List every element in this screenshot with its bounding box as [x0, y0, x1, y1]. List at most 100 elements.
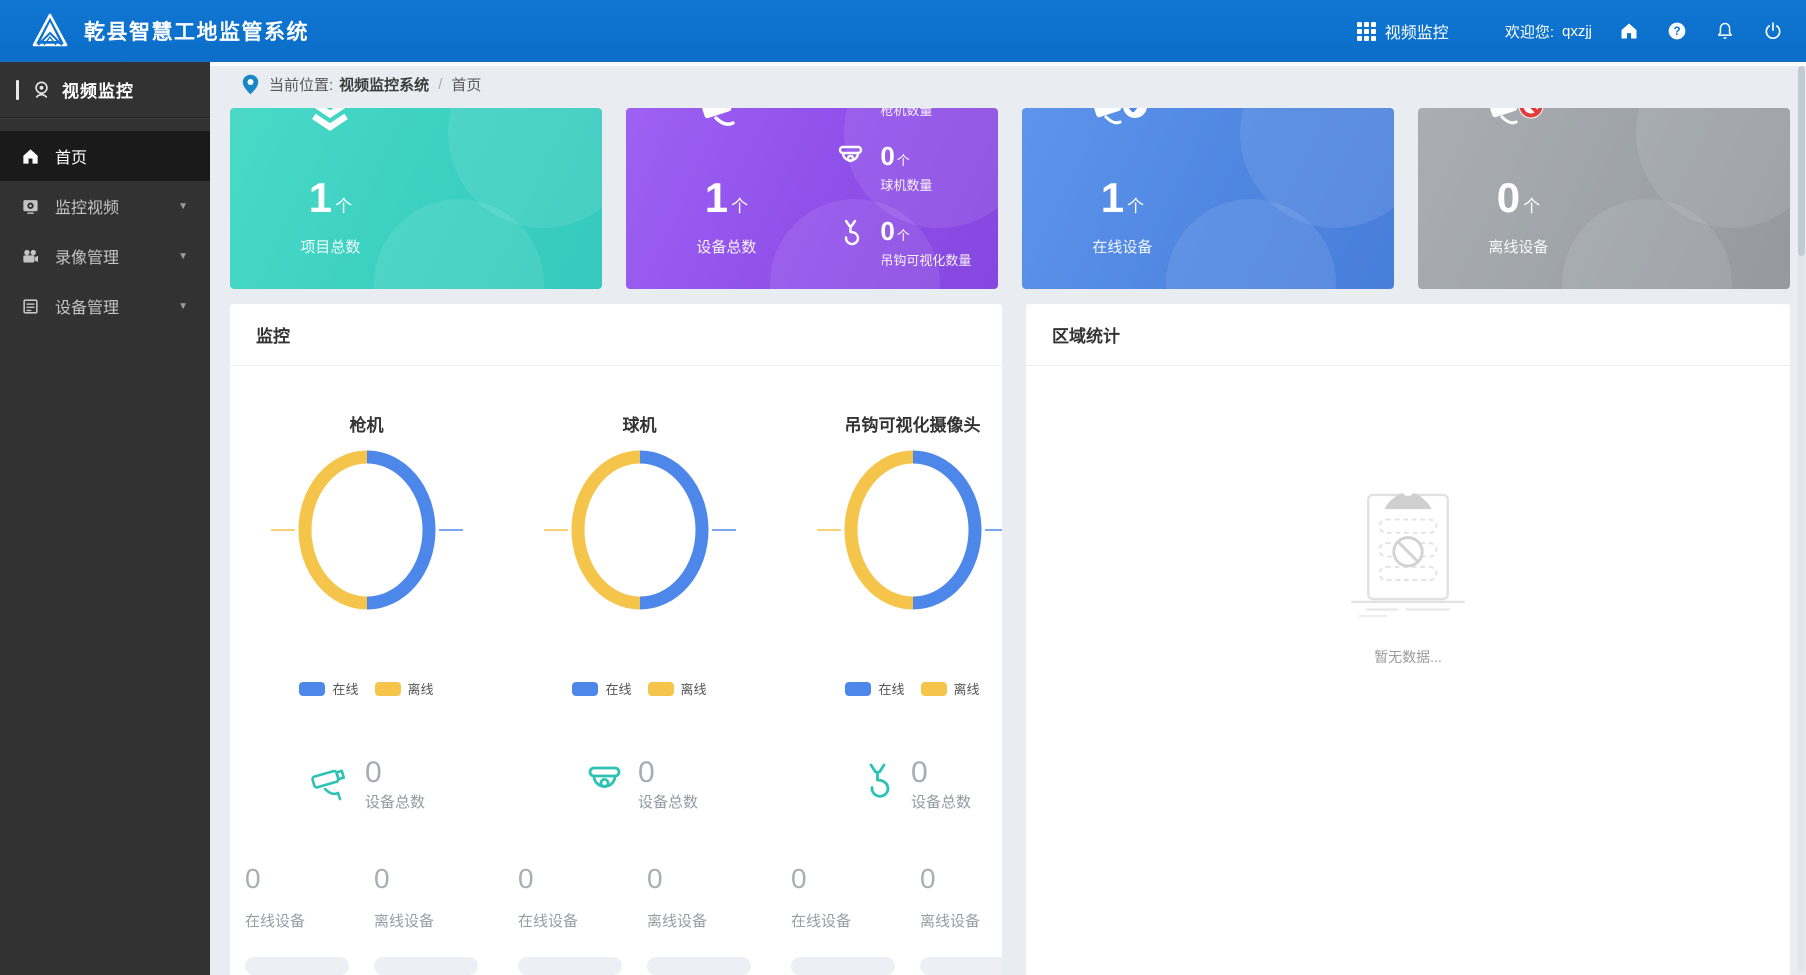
- power-icon: [1763, 21, 1783, 41]
- help-button[interactable]: ?: [1666, 20, 1688, 42]
- chevron-down-icon: ▼: [178, 251, 188, 262]
- donut-chart: [230, 442, 503, 623]
- accent-bar: [16, 80, 19, 100]
- bullet-camera-icon: [308, 760, 355, 807]
- card-value: 0个: [1497, 176, 1540, 229]
- no-data-clipboard-icon: [1342, 476, 1474, 618]
- substat-label: 枪机数量: [880, 108, 971, 119]
- breadcrumb-root-link[interactable]: 视频监控系统: [339, 74, 429, 95]
- stat-offline: 0 离线设备: [920, 864, 1002, 975]
- stat-label: 离线设备: [374, 910, 503, 931]
- substat-label: 吊钩可视化数量: [880, 253, 971, 269]
- legend-swatch-offline: [375, 682, 401, 696]
- chart-title: 球机: [503, 411, 776, 436]
- card-device-total: 1个 设备总数 0个 枪机数量 0个: [626, 108, 998, 289]
- panel-title: 区域统计: [1052, 322, 1120, 347]
- main-area: 当前位置: 视频监控系统 / 首页: [210, 62, 1806, 975]
- sidebar-item-devices[interactable]: 设备管理 ▼: [0, 281, 210, 331]
- device-total: 0 设备总数: [503, 758, 776, 812]
- stat-label: 在线设备: [245, 910, 374, 931]
- progress-bar: [920, 957, 1002, 975]
- grid-apps-icon: [1357, 22, 1376, 41]
- card-project-total: 1个 项目总数: [230, 108, 602, 289]
- legend-label: 离线: [954, 679, 980, 698]
- stat-label: 在线设备: [791, 910, 920, 931]
- stat-label: 离线设备: [920, 910, 1002, 931]
- substat-label: 球机数量: [880, 178, 971, 194]
- device-total-value: 0: [365, 758, 425, 788]
- hook-icon: [834, 217, 867, 250]
- empty-state-text: 暂无数据...: [1026, 647, 1790, 667]
- notifications-button[interactable]: [1714, 20, 1736, 42]
- legend-label: 在线: [332, 679, 358, 698]
- breadcrumb-prefix: 当前位置:: [269, 74, 333, 95]
- device-total: 0 设备总数: [230, 758, 503, 812]
- chart-legend: 在线 离线: [230, 679, 503, 698]
- vertical-scrollbar[interactable]: [1798, 66, 1805, 972]
- camera-blocked-icon: [1489, 108, 1547, 140]
- sidebar-item-label: 录像管理: [55, 244, 119, 268]
- hook-icon: [854, 760, 901, 807]
- bullet-camera-icon: [697, 108, 755, 140]
- stat-label: 在线设备: [518, 910, 647, 931]
- sidebar-header: 视频监控: [0, 62, 210, 118]
- device-storage-icon: [21, 297, 40, 316]
- logout-button[interactable]: [1762, 20, 1784, 42]
- chevron-down-icon: ▼: [178, 201, 188, 212]
- stat-value: 0: [647, 864, 776, 894]
- chart-title: 吊钩可视化摄像头: [776, 411, 1002, 436]
- webcam-icon: [31, 79, 52, 100]
- stat-offline: 0 离线设备: [374, 864, 503, 975]
- panel-title: 监控: [256, 322, 290, 347]
- home-button[interactable]: [1618, 20, 1640, 42]
- substat-dome-camera: 0个 球机数量: [834, 141, 971, 194]
- substat-value: 0个: [880, 216, 971, 251]
- sidebar-item-label: 首页: [55, 144, 87, 168]
- breadcrumb: 当前位置: 视频监控系统 / 首页: [210, 66, 1806, 102]
- card-label: 设备总数: [696, 236, 756, 257]
- device-total: 0 设备总数: [776, 758, 1002, 812]
- chart-column-hook-camera: 吊钩可视化摄像头 在线 离线: [776, 366, 1002, 975]
- device-total-label: 设备总数: [638, 791, 698, 812]
- video-camera-icon: [21, 247, 40, 266]
- monitor-panel-header: 监控: [230, 304, 1002, 366]
- top-header: 乾县智慧工地监管系统 视频监控 欢迎您: qxzjj ?: [0, 0, 1806, 62]
- sidebar-title: 视频监控: [62, 77, 134, 102]
- legend-swatch-online: [845, 682, 871, 696]
- legend-swatch-offline: [921, 682, 947, 696]
- device-total-label: 设备总数: [365, 791, 425, 812]
- sidebar-item-recordings[interactable]: 录像管理 ▼: [0, 231, 210, 281]
- sidebar-item-home[interactable]: 首页: [0, 131, 210, 181]
- surveillance-monitor-icon: [21, 197, 40, 216]
- home-icon: [1619, 21, 1639, 41]
- dome-camera-icon: [581, 760, 628, 807]
- progress-bar: [518, 957, 622, 975]
- help-icon: ?: [1667, 21, 1687, 41]
- device-total-value: 0: [911, 758, 971, 788]
- stat-value: 0: [374, 864, 503, 894]
- breadcrumb-current-link[interactable]: 首页: [451, 74, 481, 95]
- card-label: 离线设备: [1488, 236, 1548, 257]
- monitor-panel: 监控 枪机 在: [230, 304, 1002, 975]
- stat-online: 0 在线设备: [791, 864, 920, 975]
- donut-chart: [503, 442, 776, 623]
- stat-value: 0: [245, 864, 374, 894]
- progress-bar: [647, 957, 751, 975]
- progress-bar: [791, 957, 895, 975]
- card-value: 1个: [705, 176, 748, 229]
- stat-value: 0: [920, 864, 1002, 894]
- sidebar-item-monitor-video[interactable]: 监控视频 ▼: [0, 181, 210, 231]
- stat-cards-row: 1个 项目总数 1个: [230, 108, 1790, 289]
- card-value: 1个: [309, 176, 352, 229]
- scrollbar-thumb[interactable]: [1798, 66, 1805, 256]
- legend-swatch-online: [572, 682, 598, 696]
- app-logo-icon: [30, 11, 70, 51]
- breadcrumb-separator: /: [438, 76, 442, 93]
- legend-swatch-offline: [648, 682, 674, 696]
- card-substats: 0个 枪机数量 0个 球机数量 0个: [834, 108, 971, 289]
- camera-check-icon: [1093, 108, 1151, 140]
- app-switcher[interactable]: 视频监控: [1357, 19, 1449, 43]
- chevron-down-icon: ▼: [178, 301, 188, 312]
- sidebar-menu: 首页 监控视频 ▼ 录像管理 ▼: [0, 118, 210, 331]
- stat-label: 离线设备: [647, 910, 776, 931]
